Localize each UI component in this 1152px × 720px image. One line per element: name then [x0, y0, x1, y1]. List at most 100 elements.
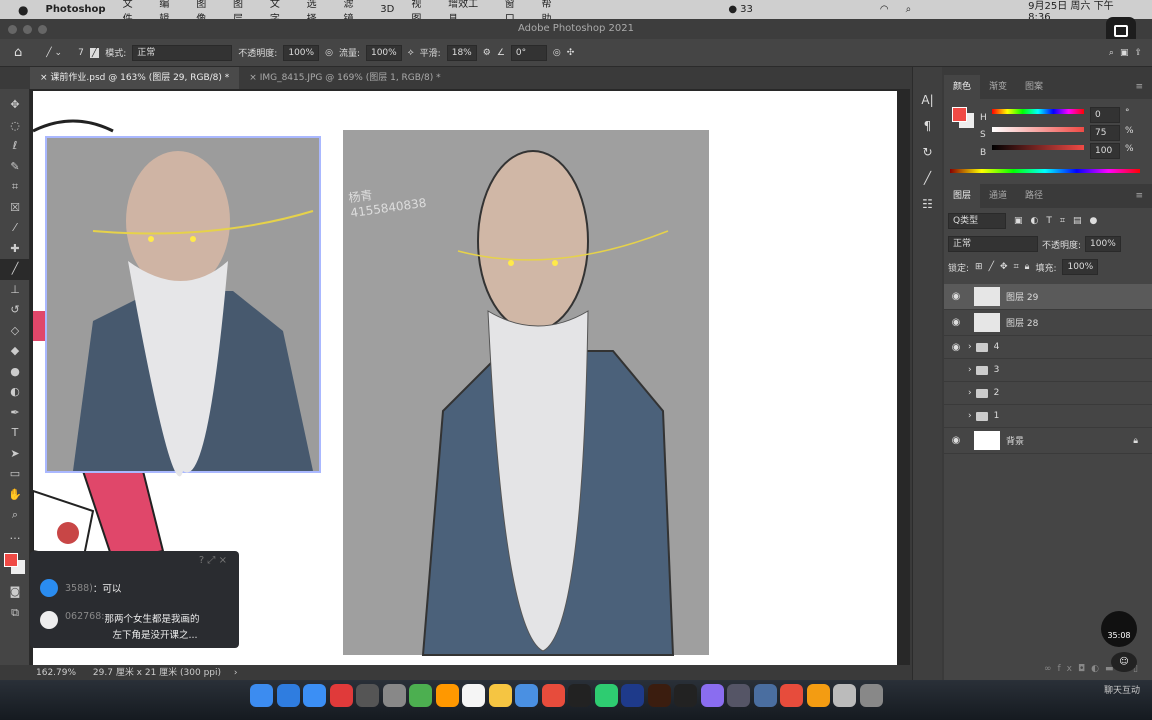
- b-input[interactable]: 100: [1090, 143, 1120, 159]
- hand-tool-icon[interactable]: ✋: [0, 485, 30, 506]
- history-panel-icon[interactable]: ↻: [913, 139, 942, 165]
- foreground-swatch[interactable]: [952, 107, 967, 122]
- character-panel-icon[interactable]: A|: [913, 87, 942, 113]
- dock-app-icon[interactable]: [780, 684, 803, 707]
- pen-tool-icon[interactable]: ✒: [0, 403, 30, 424]
- visibility-eye-icon[interactable]: ◉: [944, 317, 968, 328]
- pressure-size-icon[interactable]: ◎: [553, 48, 561, 58]
- spotlight-icon[interactable]: ⌕: [906, 4, 912, 15]
- paragraph-panel-icon[interactable]: ¶: [913, 113, 942, 139]
- expand-chevron-icon[interactable]: ›: [968, 388, 972, 398]
- move-tool-icon[interactable]: ✥: [0, 95, 30, 116]
- search-icon[interactable]: ⌕: [1109, 48, 1114, 58]
- s-input[interactable]: 75: [1090, 125, 1120, 141]
- blend-mode-select[interactable]: 正常: [948, 236, 1038, 252]
- zoom-tool-icon[interactable]: ⌕: [0, 505, 30, 526]
- filter-toggle-icon[interactable]: ●: [1089, 216, 1097, 226]
- marquee-tool-icon[interactable]: ◌: [0, 116, 30, 137]
- mode-select[interactable]: 正常: [132, 44, 233, 61]
- brightness-slider[interactable]: [992, 145, 1084, 150]
- minimize-window-button[interactable]: [23, 25, 32, 34]
- stamp-tool-icon[interactable]: ⊥: [0, 280, 30, 301]
- panel-menu-icon[interactable]: ≡: [1126, 184, 1152, 208]
- history-brush-icon[interactable]: ↺: [0, 300, 30, 321]
- filter-pixel-icon[interactable]: ▣: [1014, 216, 1023, 226]
- home-icon[interactable]: ⌂: [14, 45, 22, 60]
- color-spectrum[interactable]: [950, 169, 1140, 173]
- link-icon[interactable]: ∞: [1044, 664, 1058, 674]
- blur-tool-icon[interactable]: ●: [0, 362, 30, 383]
- close-icon[interactable]: ×: [219, 555, 227, 566]
- layer-row[interactable]: › 3: [944, 359, 1152, 382]
- dock-app-icon[interactable]: [621, 684, 644, 707]
- dock-app-icon[interactable]: [727, 684, 750, 707]
- healing-tool-icon[interactable]: ✚: [0, 239, 30, 260]
- opacity-input[interactable]: 100%: [283, 44, 320, 61]
- brush-panel-icon[interactable]: ╱: [913, 165, 942, 191]
- lock-transparent-icon[interactable]: ⊞: [975, 262, 983, 272]
- menu-3d[interactable]: 3D: [380, 4, 394, 15]
- dock-app-icon[interactable]: [409, 684, 432, 707]
- color-swatches[interactable]: [0, 546, 29, 582]
- h-input[interactable]: 0: [1090, 107, 1120, 123]
- adjustments-panel-icon[interactable]: ☷: [913, 191, 942, 217]
- layer-row[interactable]: ◉ › 4: [944, 336, 1152, 359]
- flow-input[interactable]: 100%: [365, 44, 402, 61]
- brush-size[interactable]: 7: [78, 48, 84, 58]
- quick-select-tool-icon[interactable]: ✎: [0, 157, 30, 178]
- shape-tool-icon[interactable]: ▭: [0, 464, 30, 485]
- dock-app-icon[interactable]: [356, 684, 379, 707]
- status-menu-arrow[interactable]: ›: [234, 668, 238, 678]
- dock-app-icon[interactable]: [515, 684, 538, 707]
- tab-color[interactable]: 颜色: [944, 75, 981, 99]
- filter-select[interactable]: Q类型: [948, 213, 1006, 229]
- dock-app-icon[interactable]: [833, 684, 856, 707]
- dock-app-icon[interactable]: [674, 684, 697, 707]
- dock-app-icon[interactable]: [382, 684, 406, 707]
- smooth-input[interactable]: 18%: [446, 44, 477, 61]
- dock-app-icon[interactable]: [488, 684, 512, 707]
- hue-slider[interactable]: [992, 109, 1084, 114]
- tab-document-2[interactable]: × IMG_8415.JPG @ 169% (图层 1, RGB/8) *: [239, 67, 450, 89]
- brush-tool-icon[interactable]: ╱: [0, 259, 30, 280]
- visibility-eye-icon[interactable]: ◉: [944, 435, 968, 446]
- adjustment-icon[interactable]: ◐: [1091, 664, 1105, 674]
- visibility-eye-icon[interactable]: ◉: [944, 291, 968, 302]
- dock-app-icon[interactable]: [250, 684, 273, 707]
- lock-artboard-icon[interactable]: ⌗: [1014, 262, 1019, 272]
- fx-icon[interactable]: fx: [1058, 664, 1079, 674]
- bucket-tool-icon[interactable]: ◆: [0, 341, 30, 362]
- visibility-eye-icon[interactable]: ◉: [944, 342, 968, 353]
- layer-row[interactable]: › 2: [944, 382, 1152, 405]
- dock-app-icon[interactable]: [806, 684, 830, 707]
- expand-chevron-icon[interactable]: ›: [968, 365, 972, 375]
- dock-app-icon[interactable]: [462, 684, 485, 707]
- angle-input[interactable]: 0°: [510, 44, 547, 61]
- menu-app[interactable]: Photoshop: [45, 4, 105, 15]
- apple-icon[interactable]: ●: [18, 3, 28, 17]
- lock-all-icon[interactable]: 🔒︎: [1025, 262, 1030, 272]
- filter-adjust-icon[interactable]: ◐: [1031, 216, 1039, 226]
- path-select-tool-icon[interactable]: ➤: [0, 444, 30, 465]
- layer-row[interactable]: ◉ 背景 🔒︎: [944, 428, 1152, 454]
- screen-mode-icon[interactable]: ⧉: [0, 603, 30, 624]
- filter-shape-icon[interactable]: ⌗: [1060, 216, 1065, 226]
- smooth-gear-icon[interactable]: ⚙: [483, 48, 491, 58]
- status-app-icon[interactable]: ●: [728, 4, 737, 15]
- dodge-tool-icon[interactable]: ◐: [0, 382, 30, 403]
- eraser-tool-icon[interactable]: ◇: [0, 321, 30, 342]
- pressure-opacity-icon[interactable]: ◎: [325, 48, 333, 58]
- dock-app-icon[interactable]: [276, 684, 300, 707]
- layer-row[interactable]: ◉ 图层 29: [944, 284, 1152, 310]
- tab-layers[interactable]: 图层: [944, 184, 981, 208]
- mask-icon[interactable]: ◘: [1078, 664, 1091, 674]
- dock-app-icon[interactable]: [753, 684, 777, 707]
- dock-app-icon[interactable]: [647, 684, 671, 707]
- filter-smart-icon[interactable]: ▤: [1073, 216, 1082, 226]
- expand-chevron-icon[interactable]: ›: [968, 411, 972, 421]
- quick-mask-icon[interactable]: ◙: [0, 582, 30, 603]
- frame-tool-icon[interactable]: ☒: [0, 198, 30, 219]
- dock-app-icon[interactable]: [329, 684, 353, 707]
- zoom-window-button[interactable]: [38, 25, 47, 34]
- saturation-slider[interactable]: [992, 127, 1084, 132]
